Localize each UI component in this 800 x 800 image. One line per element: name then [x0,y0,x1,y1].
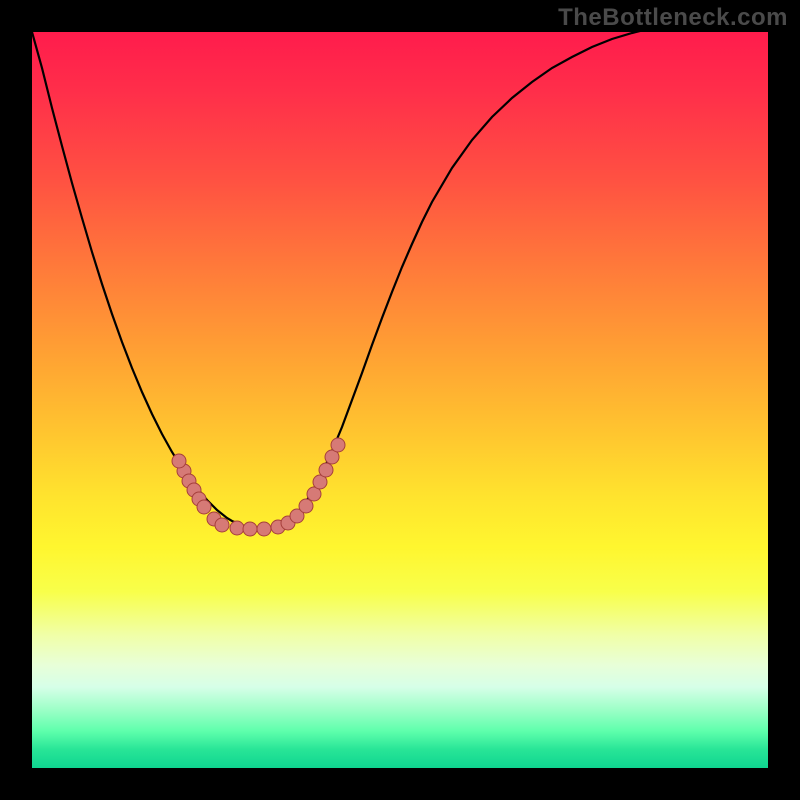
curve-marker [257,522,271,536]
curve-marker [319,463,333,477]
plot-area [32,32,768,768]
chart-frame: TheBottleneck.com [0,0,800,800]
bottleneck-curve [32,32,768,529]
curve-marker [215,518,229,532]
curve-marker [331,438,345,452]
curve-marker [230,521,244,535]
curve-marker [197,500,211,514]
chart-svg [32,32,768,768]
curve-marker [243,522,257,536]
curve-marker [172,454,186,468]
watermark-text: TheBottleneck.com [558,4,788,32]
curve-marker [299,499,313,513]
curve-markers [172,438,345,536]
